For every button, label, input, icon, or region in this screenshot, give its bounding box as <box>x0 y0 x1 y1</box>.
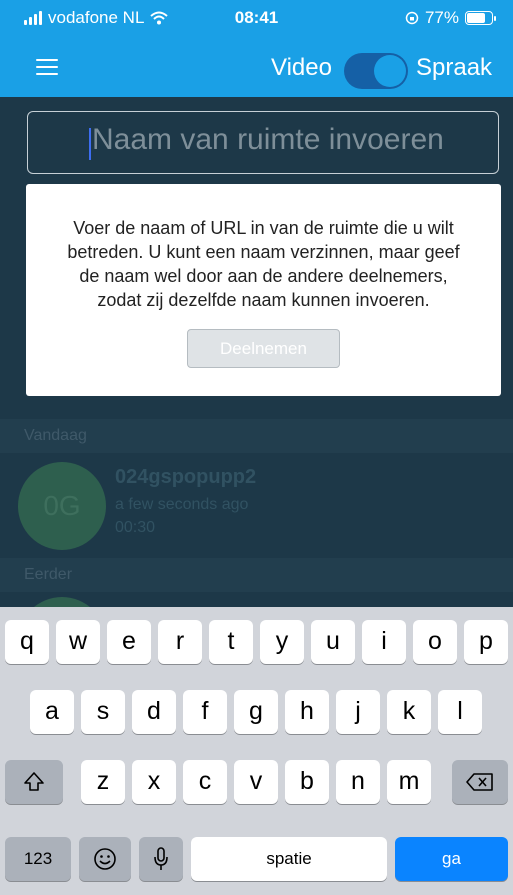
recent-room-item[interactable]: 0G 024gspopupp2 a few seconds ago 00:30 <box>0 453 513 560</box>
room-name-placeholder: Naam van ruimte invoeren <box>92 123 444 156</box>
key-e[interactable]: e <box>107 620 151 664</box>
key-n[interactable]: n <box>336 760 380 804</box>
key-a[interactable]: a <box>30 690 74 734</box>
video-voice-toggle[interactable] <box>344 53 408 89</box>
key-b[interactable]: b <box>285 760 329 804</box>
section-header-today: Vandaag <box>0 419 513 453</box>
mode-video-label[interactable]: Video <box>271 54 332 82</box>
key-k[interactable]: k <box>387 690 431 734</box>
key-p[interactable]: p <box>464 620 508 664</box>
app-header: vodafone NL 08:41 77% Video Spraak <box>0 0 513 97</box>
status-bar: vodafone NL 08:41 77% <box>0 0 513 38</box>
battery-percent: 77% <box>424 8 459 27</box>
key-s[interactable]: s <box>81 690 125 734</box>
key-o[interactable]: o <box>413 620 457 664</box>
key-t[interactable]: t <box>209 620 253 664</box>
help-text: Voer de naam of URL in van de ruimte die… <box>67 218 460 310</box>
go-key[interactable]: ga <box>395 837 508 881</box>
key-v[interactable]: v <box>234 760 278 804</box>
battery-icon <box>465 11 496 25</box>
space-key[interactable]: spatie <box>191 837 387 881</box>
key-y[interactable]: y <box>260 620 304 664</box>
backspace-icon <box>466 773 493 791</box>
room-avatar: 0G <box>18 462 106 550</box>
shift-key[interactable] <box>5 760 63 804</box>
numbers-key[interactable]: 123 <box>5 837 71 881</box>
emoji-icon <box>94 848 116 870</box>
key-r[interactable]: r <box>158 620 202 664</box>
key-u[interactable]: u <box>311 620 355 664</box>
hamburger-menu-icon[interactable] <box>36 59 58 75</box>
key-m[interactable]: m <box>387 760 431 804</box>
key-q[interactable]: q <box>5 620 49 664</box>
key-j[interactable]: j <box>336 690 380 734</box>
rotation-lock-icon <box>405 11 419 25</box>
keyboard: q w e r t y u i o p a s d f g h j k l z … <box>0 607 513 895</box>
microphone-icon <box>154 847 168 870</box>
toggle-knob <box>374 55 406 87</box>
key-x[interactable]: x <box>132 760 176 804</box>
key-i[interactable]: i <box>362 620 406 664</box>
room-time-ago: a few seconds ago <box>115 496 249 513</box>
shift-icon <box>24 772 44 791</box>
join-button[interactable]: Deelnemen <box>187 329 340 368</box>
emoji-key[interactable] <box>79 837 131 881</box>
room-name-input[interactable]: Naam van ruimte invoeren <box>27 111 499 174</box>
room-duration: 00:30 <box>115 519 156 536</box>
key-g[interactable]: g <box>234 690 278 734</box>
key-w[interactable]: w <box>56 620 100 664</box>
text-cursor <box>89 128 91 160</box>
section-header-earlier: Eerder <box>0 558 513 592</box>
key-c[interactable]: c <box>183 760 227 804</box>
room-title: 024gspopupp2 <box>115 466 257 488</box>
key-z[interactable]: z <box>81 760 125 804</box>
help-card: Voer de naam of URL in van de ruimte die… <box>26 184 501 396</box>
key-f[interactable]: f <box>183 690 227 734</box>
backspace-key[interactable] <box>452 760 508 804</box>
key-h[interactable]: h <box>285 690 329 734</box>
mode-voice-label[interactable]: Spraak <box>416 54 492 82</box>
key-d[interactable]: d <box>132 690 176 734</box>
dictation-key[interactable] <box>139 837 183 881</box>
key-l[interactable]: l <box>438 690 482 734</box>
